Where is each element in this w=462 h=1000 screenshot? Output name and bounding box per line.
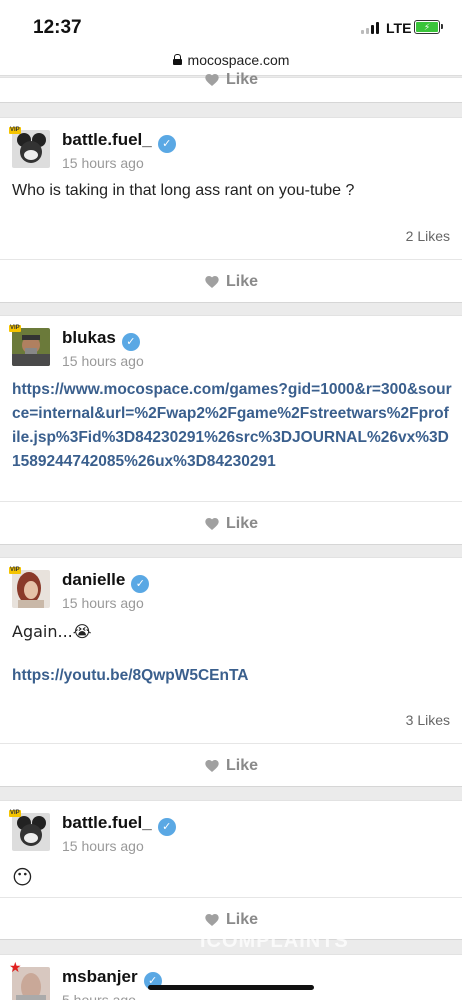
likes-count[interactable]: 3 Likes	[406, 712, 450, 728]
watermark: ICOMPLAINTS	[200, 930, 349, 952]
like-button[interactable]: Like	[0, 259, 462, 303]
like-label: Like	[225, 756, 258, 774]
like-label: Like	[225, 910, 258, 928]
username[interactable]: blukas ✓	[62, 328, 140, 351]
vip-badge: VIP	[9, 567, 21, 574]
post-time: 15 hours ago	[62, 353, 144, 369]
post-card: VIP blukas ✓ 15 hours ago https://www.moc…	[0, 315, 462, 545]
username[interactable]: danielle ✓	[62, 570, 150, 593]
username[interactable]: battle.fuel_ ✓	[62, 813, 176, 836]
verified-icon: ✓	[157, 135, 176, 153]
avatar[interactable]	[12, 328, 50, 366]
vip-badge: VIP	[9, 810, 21, 817]
post-link[interactable]: https://youtu.be/8QwpW5CEnTA	[12, 664, 452, 688]
like-button[interactable]: Like	[0, 743, 462, 787]
post-card: VIP battle.fuel_ ✓ 15 hours ago Who is ta…	[0, 117, 462, 303]
post-time: 15 hours ago	[62, 838, 144, 854]
post-text: 😶	[12, 865, 33, 889]
like-button[interactable]: Like	[0, 501, 462, 545]
likes-count[interactable]: 2 Likes	[406, 228, 450, 244]
signal-icon	[361, 22, 381, 34]
post-text: Again...😭	[12, 622, 92, 641]
status-bar: 12:37 LTE ⚡	[0, 0, 462, 44]
like-label: Like	[225, 71, 258, 88]
username[interactable]: battle.fuel_ ✓	[62, 130, 176, 153]
post-time: 15 hours ago	[62, 595, 144, 611]
like-label: Like	[225, 514, 258, 532]
star-icon: ★	[9, 959, 22, 975]
heart-icon	[205, 759, 219, 772]
post-time: 15 hours ago	[62, 155, 144, 171]
avatar[interactable]	[12, 570, 50, 608]
like-button[interactable]: Like	[0, 58, 462, 102]
vip-badge: VIP	[9, 325, 21, 332]
heart-icon	[205, 275, 219, 288]
verified-icon: ✓	[131, 575, 150, 593]
battery-icon: ⚡	[414, 20, 443, 34]
network-label: LTE	[386, 20, 412, 36]
verified-icon: ✓	[121, 333, 140, 351]
heart-icon	[205, 74, 219, 86]
avatar[interactable]	[12, 130, 50, 168]
verified-icon: ✓	[157, 818, 176, 836]
heart-icon	[205, 913, 219, 926]
home-indicator[interactable]	[148, 985, 314, 990]
post-card-partial: ★ msbanjer ✓ 5 hours ago	[0, 954, 462, 1000]
username[interactable]: msbanjer ✓	[62, 967, 162, 990]
post-link[interactable]: https://www.mocospace.com/games?gid=1000…	[12, 378, 452, 474]
post-card: VIP battle.fuel_ ✓ 15 hours ago 😶 Like	[0, 800, 462, 940]
like-label: Like	[225, 272, 258, 290]
post-time: 5 hours ago	[62, 992, 136, 1000]
post-text: Who is taking in that long ass rant on y…	[12, 182, 355, 199]
post-card-partial: Like	[0, 71, 462, 103]
avatar[interactable]	[12, 813, 50, 851]
post-card: VIP danielle ✓ 15 hours ago Again...😭 htt…	[0, 557, 462, 787]
vip-badge: VIP	[9, 127, 21, 134]
heart-icon	[205, 517, 219, 530]
status-time: 12:37	[33, 17, 82, 38]
